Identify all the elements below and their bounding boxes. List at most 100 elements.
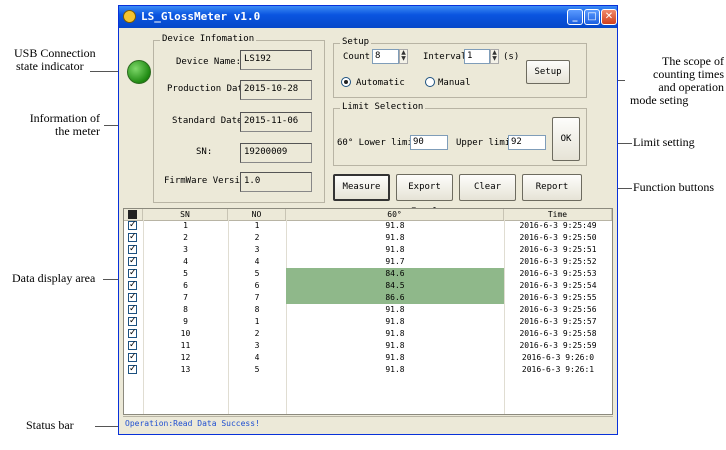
row-value-cell: 91.8 xyxy=(385,245,405,254)
setup-group-label: Setup xyxy=(340,37,372,47)
row-checkbox[interactable] xyxy=(128,303,137,315)
row-checkbox[interactable] xyxy=(128,315,137,327)
row-sn-cell: 2 xyxy=(183,233,188,242)
mode-manual-label[interactable]: Manual xyxy=(438,78,471,88)
annotation-data-area: Data display area xyxy=(12,271,96,285)
mode-manual-radio[interactable] xyxy=(425,77,435,87)
annotation-limit: Limit setting xyxy=(633,135,695,149)
row-time-cell: 2016-6-3 9:25:55 xyxy=(519,293,597,302)
header-sn[interactable]: SN xyxy=(143,209,228,220)
table-row[interactable]: 11 3 91.8 2016-6-3 9:25:59 xyxy=(124,339,612,352)
status-bar: Operation:Read Data Success! xyxy=(123,416,613,430)
upper-limit-input[interactable]: 92 xyxy=(508,135,546,150)
row-sn-cell: 12 xyxy=(180,353,191,362)
table-row[interactable]: 10 2 91.8 2016-6-3 9:25:58 xyxy=(124,327,612,340)
standard-date-field: 2015-11-06 xyxy=(240,112,312,132)
export-excel-button[interactable]: Export Excel xyxy=(396,174,453,217)
table-row[interactable]: 12 4 91.8 2016-6-3 9:26:0 xyxy=(124,351,612,364)
count-spinner[interactable]: ▲ ▼ xyxy=(399,49,408,64)
row-value-cell: 91.8 xyxy=(385,329,405,338)
row-value-cell: 91.8 xyxy=(385,221,405,230)
row-sn-cell: 4 xyxy=(183,257,188,266)
row-no-cell: 4 xyxy=(254,353,260,362)
table-row[interactable]: 3 3 91.8 2016-6-3 9:25:51 xyxy=(124,243,612,256)
row-value-cell: 86.6 xyxy=(286,292,504,304)
maximize-button[interactable]: □ xyxy=(584,9,600,25)
data-table[interactable]: SN NO 60° Time 1191.82016-6-3 9:25:49229… xyxy=(123,208,613,415)
minimize-button[interactable]: _ xyxy=(567,9,583,25)
interval-spinner[interactable]: ▲ ▼ xyxy=(490,49,499,64)
ok-button[interactable]: OK xyxy=(552,117,580,161)
row-no-cell: 8 xyxy=(254,305,260,314)
device-name-field: LS192 xyxy=(240,50,312,70)
row-time-cell: 2016-6-3 9:25:59 xyxy=(519,341,597,350)
annotation-usb: USB Connection state indicator xyxy=(14,47,96,73)
measure-button[interactable]: Measure xyxy=(333,174,390,201)
row-sn-cell: 5 xyxy=(183,269,188,278)
usb-connection-indicator xyxy=(127,60,151,84)
window-title: LS_GlossMeter v1.0 xyxy=(141,10,261,23)
interval-unit-label: (s) xyxy=(503,52,520,62)
table-row[interactable]: 4 4 91.7 2016-6-3 9:25:52 xyxy=(124,255,612,268)
device-name-label: Device Name: xyxy=(176,57,242,67)
row-time-cell: 2016-6-3 9:25:52 xyxy=(519,257,597,266)
table-row[interactable]: 9 1 91.8 2016-6-3 9:25:57 xyxy=(124,315,612,328)
lower-limit-input[interactable]: 90 xyxy=(410,135,448,150)
mode-automatic-label[interactable]: Automatic xyxy=(356,78,405,88)
select-all-checkbox[interactable] xyxy=(128,210,137,219)
table-row[interactable]: 13 5 91.8 2016-6-3 9:26:1 xyxy=(124,363,612,376)
annotation-info-line2: the meter xyxy=(55,124,100,138)
row-value-cell: 91.8 xyxy=(385,305,405,314)
row-value-cell: 91.8 xyxy=(385,341,405,350)
row-sn-cell: 3 xyxy=(183,245,188,254)
mode-automatic-radio[interactable] xyxy=(341,77,351,87)
count-input[interactable]: 8 xyxy=(372,49,399,64)
upper-limit-label: Upper limit xyxy=(456,138,516,148)
row-checkbox[interactable] xyxy=(128,291,137,303)
table-row[interactable]: 1 1 91.8 2016-6-3 9:25:49 xyxy=(124,219,612,232)
table-row[interactable]: 5 5 84.6 2016-6-3 9:25:53 xyxy=(124,267,612,280)
row-checkbox[interactable] xyxy=(128,351,137,363)
header-no[interactable]: NO xyxy=(228,209,286,220)
title-bar[interactable]: LS_GlossMeter v1.0 _ □ ✕ xyxy=(119,6,617,28)
row-checkbox[interactable] xyxy=(128,231,137,243)
row-time-cell: 2016-6-3 9:25:56 xyxy=(519,305,597,314)
row-sn-cell: 6 xyxy=(183,281,188,290)
row-checkbox[interactable] xyxy=(128,267,137,279)
row-checkbox[interactable] xyxy=(128,255,137,267)
production-date-field: 2015-10-28 xyxy=(240,80,312,100)
row-sn-cell: 8 xyxy=(183,305,188,314)
table-row[interactable]: 7 7 86.6 2016-6-3 9:25:55 xyxy=(124,291,612,304)
clear-button[interactable]: Clear xyxy=(459,174,516,201)
header-60-degree[interactable]: 60° xyxy=(286,209,504,220)
row-time-cell: 2016-6-3 9:25:58 xyxy=(519,329,597,338)
row-value-cell: 91.8 xyxy=(385,353,405,362)
row-no-cell: 1 xyxy=(254,317,260,326)
standard-date-label: Standard Date: xyxy=(172,116,248,126)
close-button[interactable]: ✕ xyxy=(601,9,617,25)
table-row[interactable]: 2 2 91.8 2016-6-3 9:25:50 xyxy=(124,231,612,244)
row-checkbox[interactable] xyxy=(128,279,137,291)
row-value-cell: 84.5 xyxy=(286,280,504,292)
row-no-cell: 2 xyxy=(254,329,260,338)
report-button[interactable]: Report xyxy=(522,174,582,201)
annotation-function: Function buttons xyxy=(633,180,715,194)
row-no-cell: 6 xyxy=(254,281,260,290)
row-checkbox[interactable] xyxy=(128,243,137,255)
row-checkbox[interactable] xyxy=(128,363,137,375)
row-checkbox[interactable] xyxy=(128,339,137,351)
table-row[interactable]: 8 8 91.8 2016-6-3 9:25:56 xyxy=(124,303,612,316)
table-row[interactable]: 6 6 84.5 2016-6-3 9:25:54 xyxy=(124,279,612,292)
header-time[interactable]: Time xyxy=(504,209,612,220)
row-no-cell: 1 xyxy=(254,221,260,230)
annotation-scope: The scope of counting times and operatio… xyxy=(624,55,724,107)
row-checkbox[interactable] xyxy=(128,327,137,339)
lower-limit-label: 60° Lower limit xyxy=(337,138,419,148)
count-label: Count xyxy=(343,52,371,62)
setup-button[interactable]: Setup xyxy=(526,60,570,84)
annotation-info: Information of the meter xyxy=(12,112,100,138)
interval-input[interactable]: 1 xyxy=(464,49,490,64)
row-checkbox[interactable] xyxy=(128,219,137,231)
row-sn-cell: 10 xyxy=(180,329,191,338)
row-time-cell: 2016-6-3 9:25:57 xyxy=(519,317,597,326)
